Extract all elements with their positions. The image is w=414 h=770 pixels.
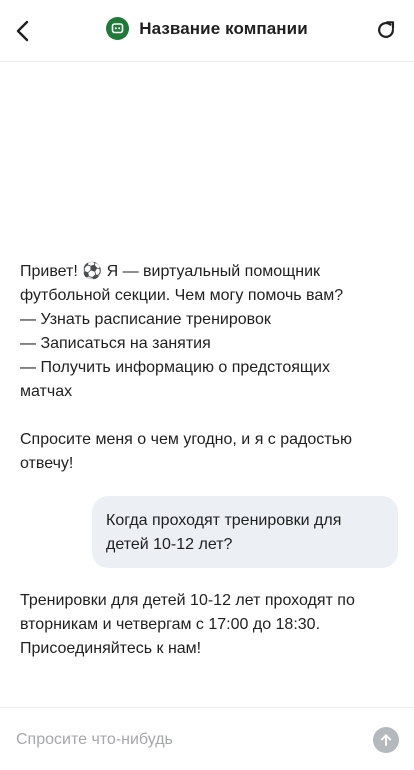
chevron-left-icon	[16, 20, 29, 42]
user-message-bubble: Когда проходят тренировки для детей 10-1…	[92, 496, 398, 568]
chat-message-list[interactable]: Привет! ⚽ Я — виртуальный помощник футбо…	[0, 63, 414, 707]
send-button[interactable]	[373, 727, 399, 753]
message-input[interactable]	[16, 726, 356, 754]
refresh-button[interactable]	[372, 16, 400, 44]
message-line: отвечу!	[20, 455, 74, 472]
message-input-bar	[0, 707, 414, 770]
message-line: Присоединяйтесь к нам!	[20, 640, 202, 657]
refresh-icon	[378, 21, 395, 38]
chat-bot-logo-icon	[106, 17, 130, 40]
back-button[interactable]	[8, 14, 36, 48]
arrow-up-send-icon	[380, 734, 392, 746]
message-line: Тренировки для детей 10-12 лет проходят …	[20, 592, 355, 609]
bot-message: Привет! ⚽ Я — виртуальный помощник футбо…	[20, 260, 392, 476]
message-line: — Получить информацию о предстоящих	[20, 359, 330, 376]
chat-app: Название компании Привет! ⚽ Я — виртуаль…	[0, 0, 414, 770]
message-line: детей 10-12 лет?	[106, 536, 233, 553]
message-line: Привет! ⚽ Я — виртуальный помощник	[20, 263, 321, 280]
header-bar: Название компании	[0, 0, 414, 62]
message-line: Когда проходят тренировки для	[106, 512, 342, 529]
message-line: Спросите меня о чем угодно, и я с радост…	[20, 431, 352, 448]
message-line-break	[20, 404, 392, 428]
header-title-group: Название компании	[0, 17, 414, 40]
page-title: Название компании	[139, 18, 308, 38]
message-line: вторникам и четвергам с 17:00 до 18:30.	[20, 616, 321, 633]
bot-message: Тренировки для детей 10-12 лет проходят …	[20, 589, 392, 661]
message-line: — Узнать расписание тренировок	[20, 311, 271, 328]
message-line: футбольной секции. Чем могу помочь вам?	[20, 287, 344, 304]
message-line: — Записаться на занятия	[20, 335, 211, 352]
message-line: матчах	[20, 383, 73, 400]
